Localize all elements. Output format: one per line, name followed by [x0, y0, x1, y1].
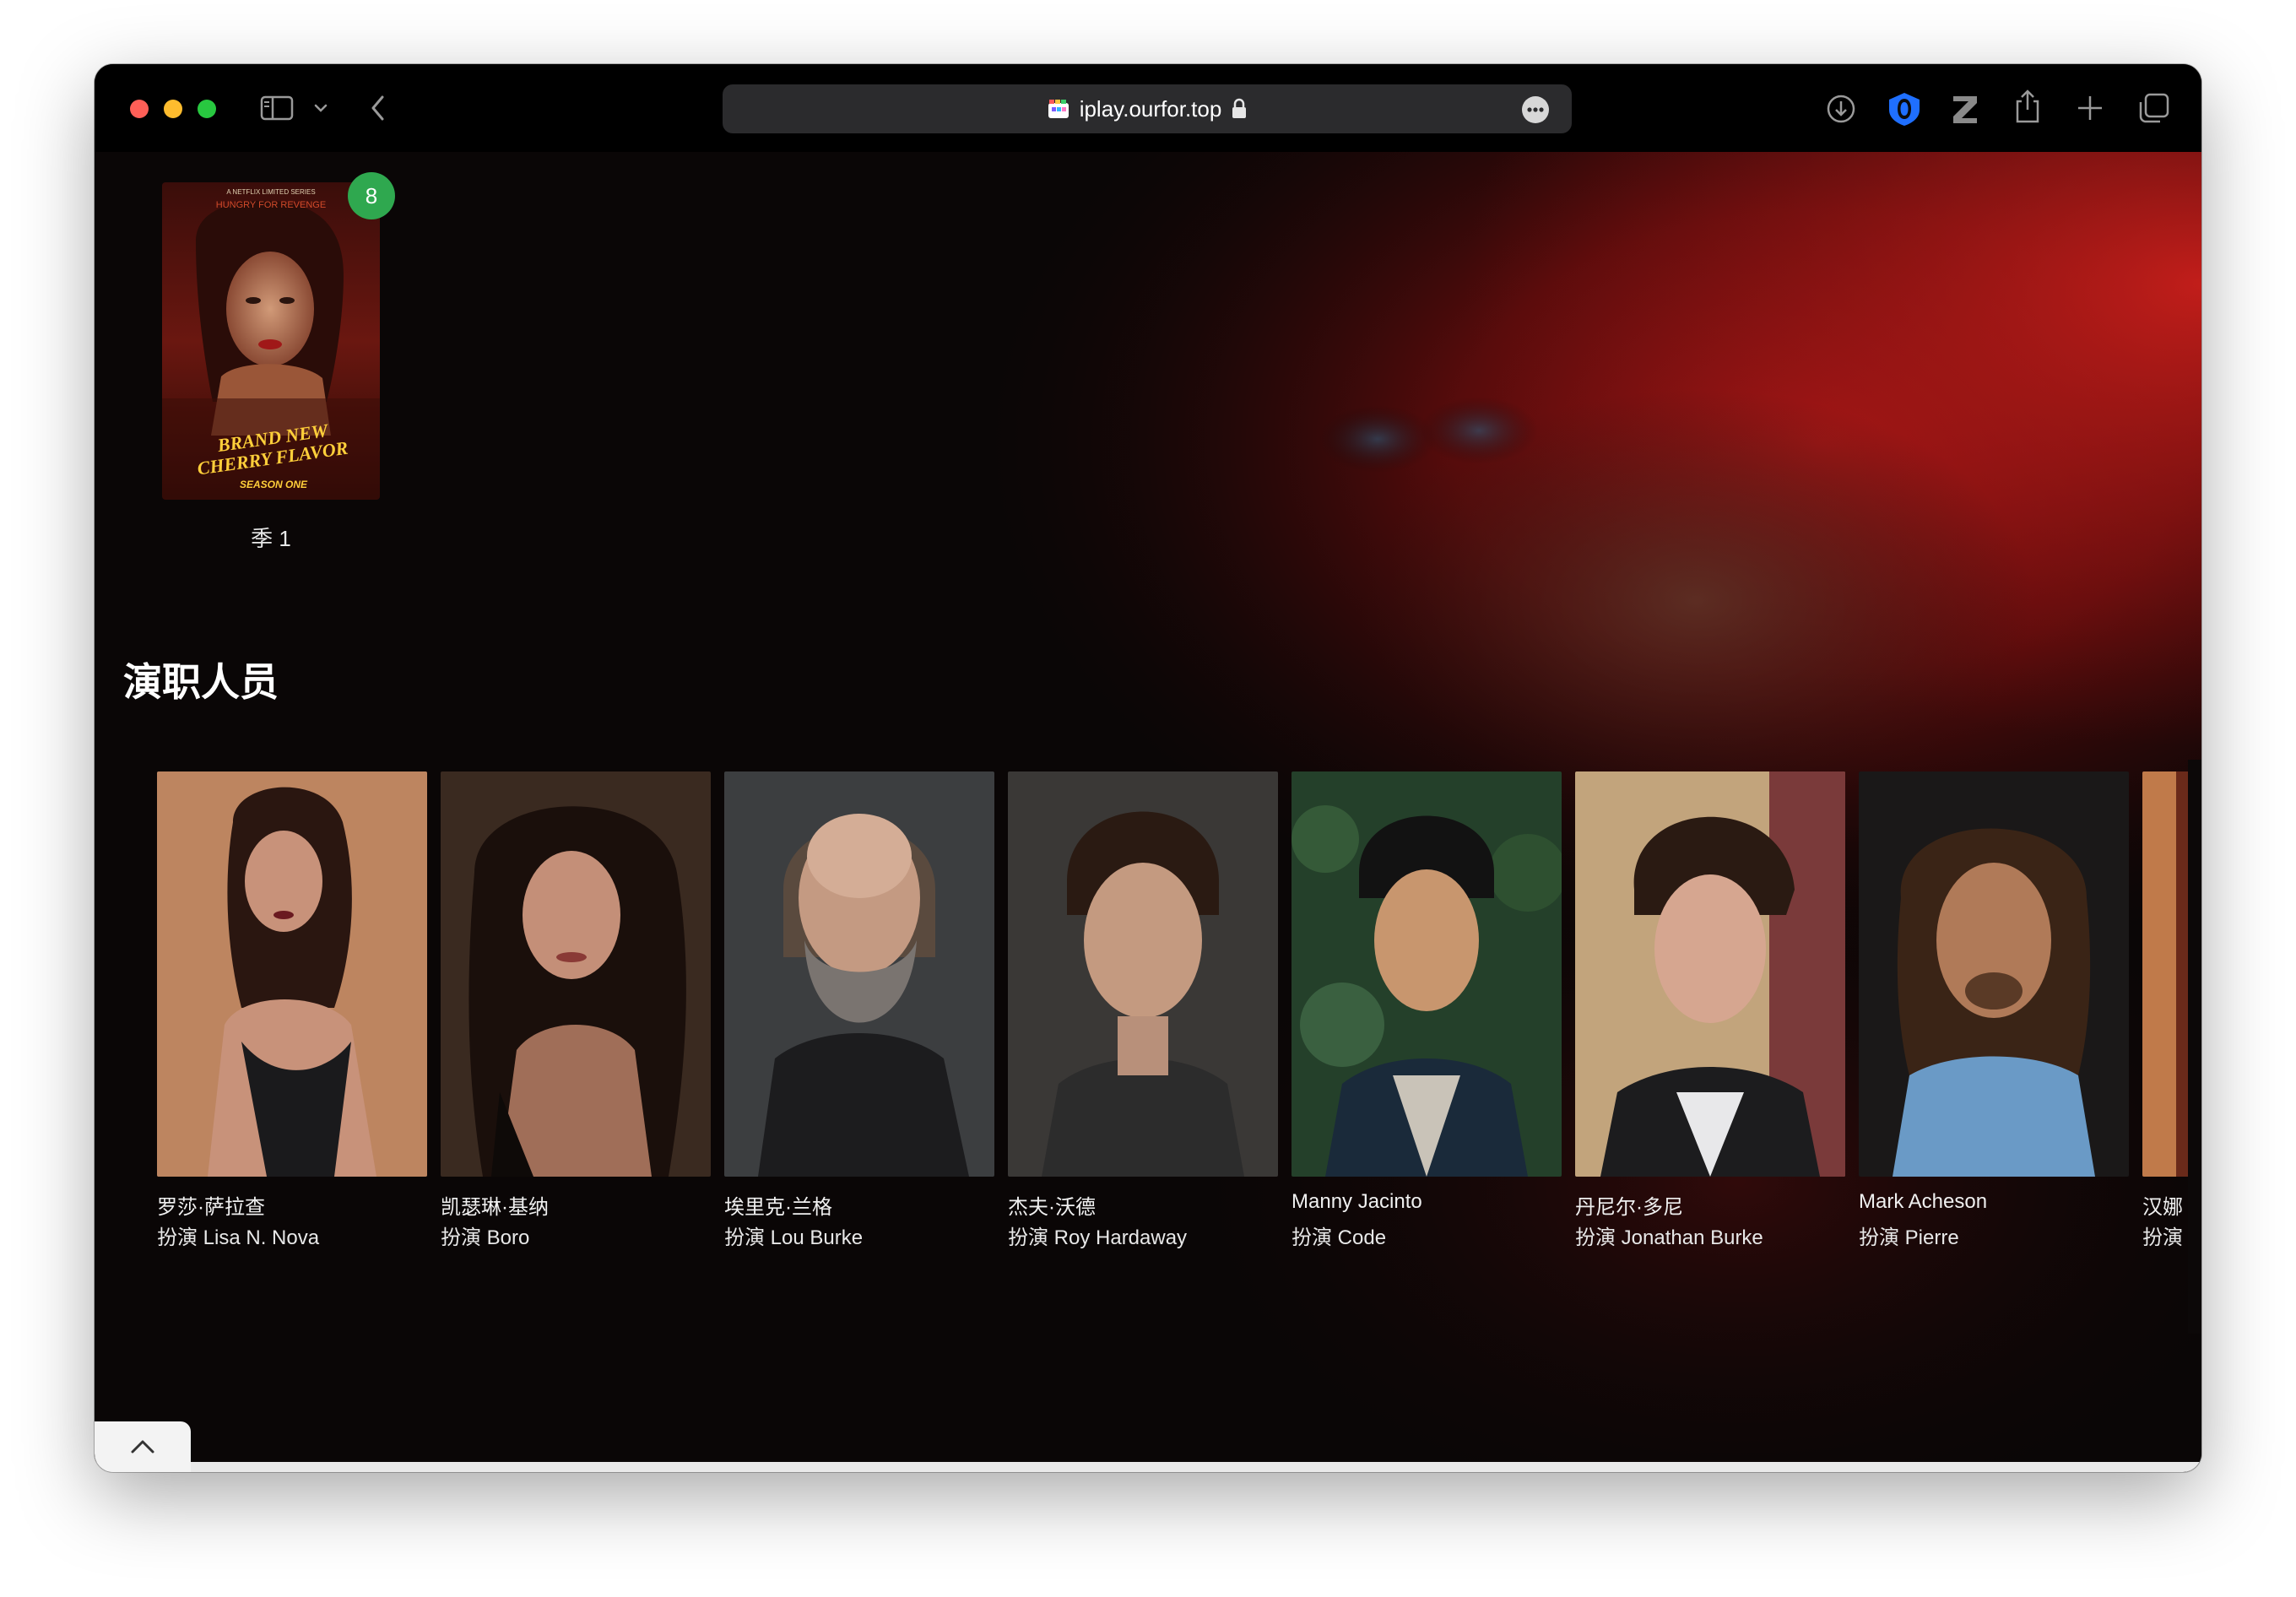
share-icon[interactable] [2012, 88, 2043, 125]
more-icon[interactable] [1521, 95, 1550, 124]
cast-role: 扮演 Jonathan Burke [1575, 1226, 1763, 1249]
lock-icon [1232, 98, 1247, 118]
cast-photo[interactable] [1292, 771, 1562, 1177]
cast-name: Mark Acheson [1859, 1190, 1988, 1213]
tab-overview-icon[interactable] [2137, 91, 2171, 125]
address-bar[interactable]: iplay.ourfor.top [723, 84, 1572, 133]
cast-name: 杰夫·沃德 [1008, 1196, 1096, 1219]
season-label[interactable]: 季 1 [162, 522, 380, 553]
browser-window: iplay.ourfor.top A NETFLIX LIMITED SERIE… [95, 64, 2201, 1472]
cast-photo[interactable] [724, 771, 994, 1177]
cast-name: 凯瑟琳·基纳 [441, 1196, 549, 1219]
close-window-button[interactable] [130, 100, 149, 118]
row-edge-mask [2188, 760, 2201, 1334]
cast-name: Manny Jacinto [1292, 1190, 1422, 1213]
cast-photo[interactable] [1008, 771, 1278, 1177]
minimize-window-button[interactable] [164, 100, 182, 118]
cast-role: 扮演 Lisa N. Nova [157, 1226, 320, 1249]
page-content: A NETFLIX LIMITED SERIES HUNGRY FOR REVE… [95, 152, 2201, 1472]
chevron-down-icon[interactable] [312, 101, 329, 115]
zoom-window-button[interactable] [198, 100, 216, 118]
poster-tagline: HUNGRY FOR REVENGE [216, 200, 326, 210]
cast-list: 罗莎·萨拉查 扮演 Lisa N. Nova 凯瑟琳·基纳 扮演 Boro 埃里… [157, 771, 2201, 1278]
cast-role: 扮演 Code [1292, 1226, 1387, 1249]
z-extension-icon[interactable] [1950, 93, 1980, 125]
season-poster[interactable]: A NETFLIX LIMITED SERIES HUNGRY FOR REVE… [162, 182, 380, 500]
unwatched-count-badge: 8 [348, 172, 395, 219]
cast-role: 扮演 Lou Burke [724, 1226, 864, 1249]
chevron-up-icon [131, 1440, 154, 1454]
cast-name: 罗莎·萨拉查 [157, 1196, 265, 1219]
sidebar-icon[interactable] [260, 95, 294, 122]
cast-photo[interactable] [157, 771, 427, 1177]
new-tab-icon[interactable] [2075, 93, 2105, 123]
cast-photo[interactable] [1575, 771, 1845, 1177]
scroll-to-top-button[interactable] [95, 1421, 191, 1472]
bottom-bar [95, 1462, 2201, 1472]
cast-role: 扮演 Boro [441, 1226, 530, 1249]
cast-photo[interactable] [441, 771, 711, 1177]
site-favicon [1048, 100, 1069, 118]
downloads-icon[interactable] [1825, 93, 1857, 125]
url-text: iplay.ourfor.top [1079, 95, 1222, 122]
back-icon[interactable] [368, 93, 388, 123]
cast-name: 埃里克·兰格 [724, 1196, 832, 1219]
cast-name: 丹尼尔·多尼 [1575, 1196, 1683, 1219]
cast-role: 扮演 Roy Hardaway [1008, 1226, 1188, 1249]
cast-section-title: 演职人员 [123, 660, 279, 704]
extension-icon[interactable] [1886, 91, 1923, 127]
cast-role: 扮演 Pierre [1859, 1226, 1959, 1249]
poster-subtitle: SEASON ONE [240, 479, 308, 490]
cast-photo[interactable] [1859, 771, 2129, 1177]
browser-toolbar: iplay.ourfor.top [95, 64, 2201, 152]
poster-series-line: A NETFLIX LIMITED SERIES [226, 188, 315, 196]
